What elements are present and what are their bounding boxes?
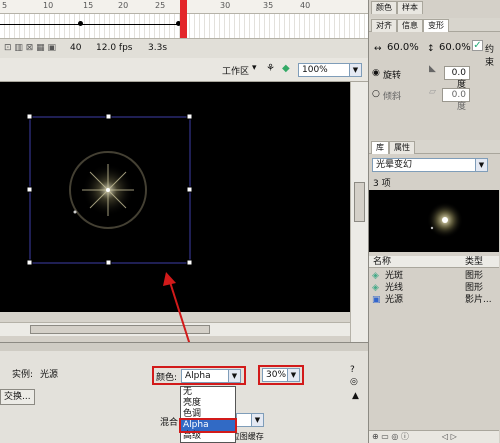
color-effect-menu: 无 亮度 色调 Alpha 高级 — [179, 386, 237, 443]
width-scale-icon: ↔ — [374, 44, 382, 54]
alpha-amount-field[interactable]: 30% ▼ — [262, 368, 300, 382]
column-type-header[interactable]: 类型 — [465, 256, 483, 268]
library-row[interactable]: ▣ 光源 影片... — [369, 294, 499, 306]
tab-transform[interactable]: 变形 — [423, 19, 449, 32]
color-label: 颜色: — [156, 373, 178, 383]
menu-item-advanced[interactable]: 高级 — [181, 431, 235, 442]
alpha-amount-value: 30% — [266, 370, 287, 380]
library-row[interactable]: ◈ 光线 图形 — [369, 282, 499, 294]
library-item-name: 光线 — [385, 283, 404, 293]
rotate-radio[interactable]: ◉ — [372, 68, 380, 78]
expand-icon[interactable]: ▲ — [352, 391, 359, 401]
height-scale-icon: ↕ — [427, 44, 435, 54]
graphic-symbol-icon: ◈ — [372, 283, 379, 293]
column-name-header[interactable]: 名称 — [373, 256, 391, 268]
constrain-label: 约束 — [485, 45, 495, 68]
library-item-name: 光斑 — [385, 271, 404, 281]
menu-item-none[interactable]: 无 — [181, 387, 235, 398]
library-item-type: 图形 — [465, 271, 484, 281]
help-icon[interactable]: ? — [350, 365, 355, 375]
library-item-count: 3 项 — [373, 179, 391, 189]
library-document-select[interactable]: 光晕变幻 ▼ — [372, 158, 488, 172]
movieclip-symbol-icon: ▣ — [372, 295, 381, 305]
skew-h-value: 0.0度 — [451, 90, 466, 112]
preview-glow — [427, 202, 463, 238]
library-column-headers: 名称 类型 — [369, 256, 499, 268]
rotate-value: 0.0度 — [451, 68, 466, 90]
color-effect-select[interactable]: Alpha ▼ — [181, 369, 241, 383]
transform-tabs: 对齐 信息 变形 — [369, 18, 500, 32]
panel-header — [0, 343, 368, 351]
skew-label: 倾斜 — [383, 92, 402, 102]
skew-radio[interactable]: ○ — [372, 89, 380, 99]
instance-label: 实例: — [12, 370, 34, 380]
skew-h-icon: ▱ — [429, 87, 436, 97]
blend-label: 混合 — [160, 418, 179, 428]
skew-h-field[interactable]: 0.0度 — [442, 88, 470, 112]
menu-item-brightness[interactable]: 亮度 — [181, 398, 235, 409]
chevron-down-icon: ▼ — [287, 369, 299, 381]
tab-library[interactable]: 库 — [371, 141, 389, 154]
tab-swatches[interactable]: 样本 — [397, 1, 423, 14]
rotate-label: 旋转 — [383, 71, 402, 81]
menu-item-tint[interactable]: 色调 — [181, 409, 235, 420]
rotate-field[interactable]: 0.0度 — [444, 66, 470, 90]
height-scale-value[interactable]: 60.0% — [439, 42, 471, 53]
library-row[interactable]: ◈ 光斑 图形 — [369, 270, 499, 282]
rotate-icon: ◣ — [429, 64, 436, 74]
tab-info[interactable]: 信息 — [397, 19, 423, 32]
instance-name: 光源 — [40, 370, 59, 380]
tab-color[interactable]: 颜色 — [371, 1, 397, 14]
chevron-down-icon: ▼ — [228, 370, 240, 382]
constrain-checkbox[interactable]: ✓ — [472, 40, 483, 51]
library-footer-icons[interactable]: ⊕ ▭ ◎ ⓘ ◁ ▷ — [369, 430, 499, 443]
graphic-symbol-icon: ◈ — [372, 271, 379, 281]
tab-properties[interactable]: 属性 — [389, 141, 415, 154]
library-item-type: 影片... — [465, 295, 492, 305]
library-item-name: 光源 — [385, 295, 404, 305]
menu-item-alpha[interactable]: Alpha — [179, 418, 237, 433]
library-tabs: 库 属性 — [369, 140, 500, 154]
library-document-name: 光晕变幻 — [376, 160, 413, 170]
tab-align[interactable]: 对齐 — [371, 19, 397, 32]
blend-select[interactable]: ▼ — [236, 413, 264, 427]
edit-icon[interactable]: ◎ — [350, 377, 358, 387]
color-effect-value: Alpha — [185, 371, 211, 381]
chevron-down-icon: ▼ — [475, 159, 487, 171]
library-item-type: 图形 — [465, 283, 484, 293]
library-preview — [369, 190, 499, 252]
swap-button[interactable]: 交换... — [0, 389, 35, 405]
width-scale-value[interactable]: 60.0% — [387, 42, 419, 53]
chevron-down-icon: ▼ — [251, 414, 263, 426]
